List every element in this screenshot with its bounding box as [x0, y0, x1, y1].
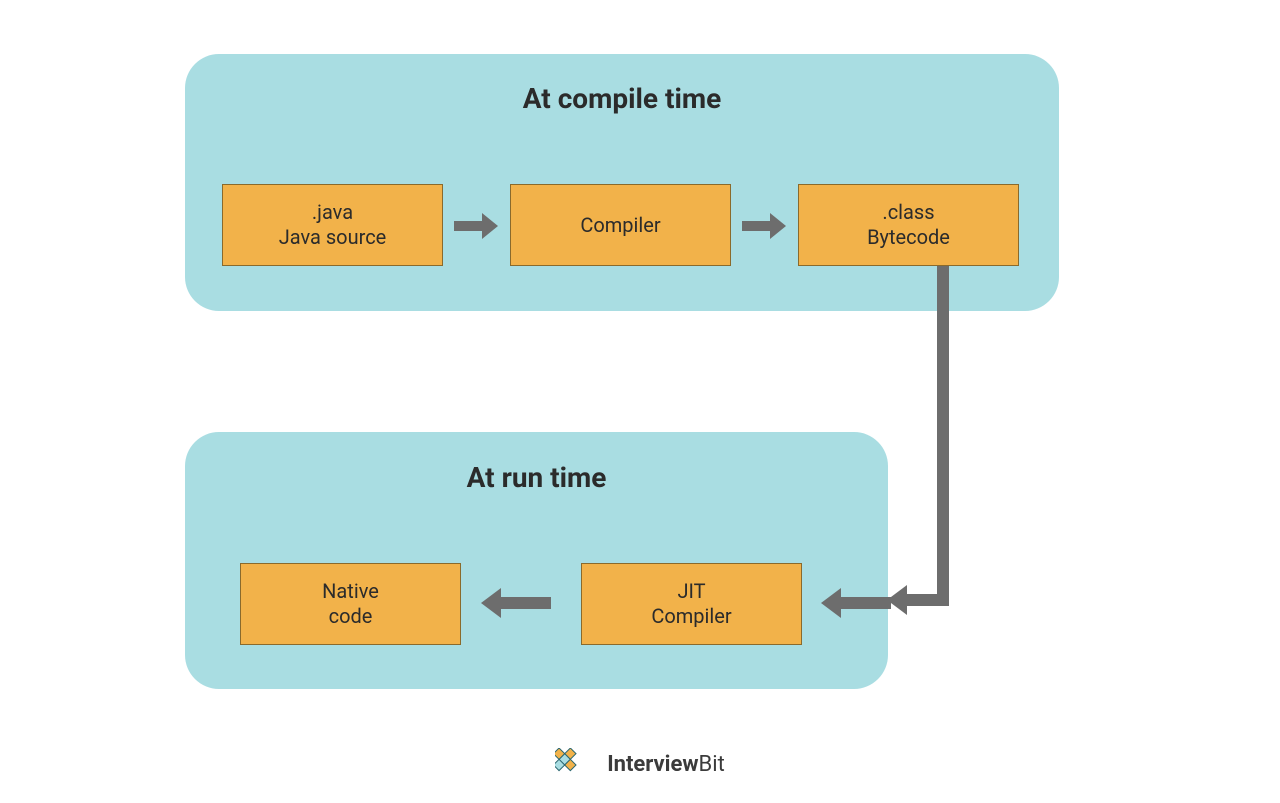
box-compiler: Compiler	[510, 184, 731, 266]
connector-horizontal	[907, 594, 949, 606]
runtime-title: At run time	[185, 461, 888, 494]
native-line1: Native	[322, 579, 379, 604]
brand-footer: InterviewBit	[0, 748, 1280, 780]
jit-line2: Compiler	[651, 604, 731, 629]
jit-line1: JIT	[677, 579, 705, 604]
java-source-line1: .java	[312, 200, 353, 225]
box-native-code: Native code	[240, 563, 461, 645]
brand-part1: Interview	[607, 752, 698, 777]
box-bytecode: .class Bytecode	[798, 184, 1019, 266]
compile-title: At compile time	[185, 82, 1059, 115]
arrow-right-icon	[742, 213, 786, 239]
bytecode-line2: Bytecode	[867, 225, 950, 250]
panel-compile-time: At compile time .java Java source Compil…	[185, 54, 1059, 311]
brand-part2: Bit	[699, 752, 725, 777]
box-jit-compiler: JIT Compiler	[581, 563, 802, 645]
java-source-line2: Java source	[279, 225, 387, 250]
panel-run-time: At run time Native code JIT Compiler	[185, 432, 888, 689]
connector-vertical	[937, 266, 949, 606]
arrow-left-icon	[821, 588, 891, 618]
brand-text: InterviewBit	[607, 752, 725, 777]
logo-icon	[555, 748, 597, 780]
arrow-left-icon	[481, 588, 551, 618]
compiler-label: Compiler	[580, 213, 660, 238]
native-line2: code	[329, 604, 373, 629]
box-java-source: .java Java source	[222, 184, 443, 266]
arrow-right-icon	[454, 213, 498, 239]
bytecode-line1: .class	[882, 200, 934, 225]
